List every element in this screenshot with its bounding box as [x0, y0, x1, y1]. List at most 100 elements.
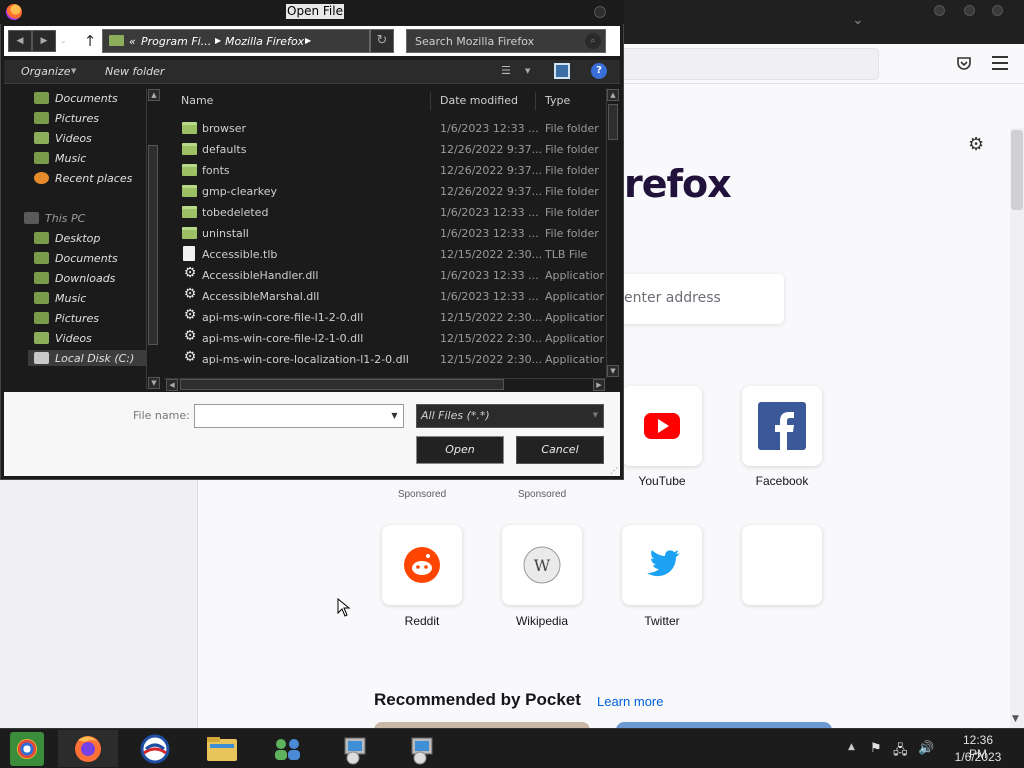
scroll-up-arrow-icon[interactable]: ▲ [148, 89, 160, 101]
nav-item-recent-places[interactable]: Recent places [34, 170, 132, 186]
scroll-right-arrow-icon[interactable]: ▶ [593, 379, 605, 391]
breadcrumb[interactable]: « Program Fi... ▶ Mozilla Firefox ▶ [102, 29, 370, 53]
column-header-name[interactable]: Name [181, 94, 213, 107]
taskbar-installer[interactable] [325, 730, 385, 767]
file-row[interactable]: Accessible.tlb 12/15/2022 2:30... TLB File [178, 244, 604, 265]
file-row[interactable]: browser 1/6/2023 12:33 ... File folder [178, 118, 604, 139]
shortcut-tile-facebook[interactable] [742, 386, 822, 466]
file-row[interactable]: defaults 12/26/2022 9:37... File folder [178, 139, 604, 160]
file-row[interactable]: uninstall 1/6/2023 12:33 ... File folder [178, 223, 604, 244]
maximize-window-button[interactable] [964, 5, 975, 16]
breadcrumb-separator-icon[interactable]: ▶ [305, 36, 311, 45]
gear-icon[interactable]: ⚙ [968, 134, 984, 155]
nav-item-documents[interactable]: Documents [34, 90, 118, 106]
chevron-down-icon[interactable]: ▼ [71, 67, 76, 75]
hamburger-menu-icon[interactable] [992, 56, 1008, 72]
file-row[interactable]: ⚙ api-ms-win-core-localization-l1-2-0.dll… [178, 349, 604, 370]
nav-item-this-pc[interactable]: This PC [24, 210, 85, 226]
file-row[interactable]: gmp-clearkey 12/26/2022 9:37... File folde… [178, 181, 604, 202]
preview-pane-icon[interactable] [554, 63, 570, 79]
chevron-down-icon[interactable]: ▼ [525, 67, 530, 75]
breadcrumb-program-files[interactable]: Program Fi... [141, 35, 211, 48]
shortcut-tile-reddit[interactable] [382, 525, 462, 605]
close-window-button[interactable] [992, 5, 1003, 16]
nav-item-pictures[interactable]: Pictures [34, 110, 99, 126]
file-type-select[interactable]: All Files (*.*) ▼ [416, 404, 604, 428]
resize-grip-icon[interactable]: ⋰ [610, 466, 618, 475]
minimize-window-button[interactable] [934, 5, 945, 16]
new-folder-button[interactable]: New folder [105, 65, 164, 78]
file-list-scrollbar-thumb[interactable] [608, 104, 618, 140]
open-button[interactable]: Open [416, 436, 504, 464]
folder-search-input[interactable]: Search Mozilla Firefox ⌕ [406, 29, 606, 53]
scroll-down-arrow-icon[interactable]: ▼ [607, 365, 619, 377]
taskbar-file-explorer[interactable] [192, 730, 252, 767]
navigation-pane-scrollbar-thumb[interactable] [148, 145, 158, 345]
taskbar-installer[interactable] [392, 730, 452, 767]
nav-item-desktop[interactable]: Desktop [34, 230, 100, 246]
column-header-type[interactable]: Type [545, 94, 570, 107]
file-type: Application [545, 290, 604, 303]
refresh-icon[interactable]: ↻ [370, 29, 394, 53]
flag-icon[interactable]: ⚑ [870, 741, 882, 756]
nav-item-downloads[interactable]: Downloads [34, 270, 115, 286]
taskbar-network-app[interactable] [258, 730, 318, 767]
nav-item-pictures[interactable]: Pictures [34, 310, 99, 326]
page-scrollbar-thumb[interactable] [1011, 130, 1023, 210]
show-hidden-icons-chevron-icon[interactable]: ▲ [848, 742, 855, 752]
url-bar[interactable] [620, 48, 879, 80]
file-row[interactable]: fonts 12/26/2022 9:37... File folder [178, 160, 604, 181]
file-name-input[interactable] [194, 404, 404, 428]
taskbar-app[interactable] [125, 730, 185, 767]
file-row[interactable]: tobedeleted 1/6/2023 12:33 ... File folder [178, 202, 604, 223]
clock-date[interactable]: 1/6/2023 [950, 750, 1006, 764]
file-row[interactable]: ⚙ api-ms-win-core-file-l2-1-0.dll 12/15/20… [178, 328, 604, 349]
column-header-date-modified[interactable]: Date modified [440, 94, 518, 107]
scroll-down-arrow-icon[interactable]: ▼ [148, 377, 160, 389]
cancel-button[interactable]: Cancel [516, 436, 604, 464]
file-type: File folder [545, 143, 599, 156]
gear-file-icon: ⚙ [183, 265, 197, 281]
back-arrow-icon[interactable]: ◀ [8, 30, 32, 52]
navigation-pane: Documents Pictures Videos Music Recent p… [4, 86, 162, 392]
nav-item-music[interactable]: Music [34, 290, 86, 306]
nav-item-documents[interactable]: Documents [34, 250, 118, 266]
taskbar-firefox[interactable] [58, 730, 118, 767]
nav-item-videos[interactable]: Videos [34, 130, 92, 146]
search-icon[interactable]: ⌕ [585, 33, 601, 49]
nav-item-music[interactable]: Music [34, 150, 86, 166]
scroll-up-arrow-icon[interactable]: ▲ [607, 89, 619, 101]
list-all-tabs-icon[interactable]: ⌄ [852, 12, 864, 28]
breadcrumb-separator-icon[interactable]: ▶ [215, 36, 221, 45]
reddit-icon [404, 547, 440, 583]
column-separator[interactable] [430, 92, 431, 110]
column-separator[interactable] [535, 92, 536, 110]
dialog-close-button[interactable] [594, 6, 606, 18]
nav-item-videos[interactable]: Videos [34, 330, 92, 346]
file-name: defaults [202, 143, 247, 156]
file-row[interactable]: ⚙ AccessibleHandler.dll 1/6/2023 12:33 ...… [178, 265, 604, 286]
volume-icon[interactable]: 🔊 [918, 741, 934, 756]
scroll-down-arrow-icon[interactable]: ▼ [1012, 714, 1019, 724]
breadcrumb-mozilla-firefox[interactable]: Mozilla Firefox [225, 35, 304, 48]
pocket-icon[interactable] [955, 55, 973, 73]
scroll-left-arrow-icon[interactable]: ◀ [166, 379, 178, 391]
help-icon[interactable]: ? [591, 63, 607, 79]
shortcut-tile-youtube[interactable] [622, 386, 702, 466]
page-scrollbar[interactable] [1010, 128, 1024, 728]
forward-arrow-icon[interactable]: ▶ [32, 30, 56, 52]
file-row[interactable]: ⚙ AccessibleMarshal.dll 1/6/2023 12:33 ...… [178, 286, 604, 307]
file-list-horizontal-scrollbar-thumb[interactable] [180, 379, 504, 390]
organize-button[interactable]: Organize [21, 65, 70, 78]
pocket-learn-more-link[interactable]: Learn more [597, 694, 663, 709]
recent-locations-chevron-icon[interactable]: ⌄ [60, 36, 67, 45]
chevron-down-icon[interactable]: ▼ [386, 405, 403, 427]
network-icon[interactable]: 🖧 [893, 741, 908, 763]
file-row[interactable]: ⚙ api-ms-win-core-file-l1-2-0.dll 12/15/20… [178, 307, 604, 328]
change-view-icon[interactable]: ☰ [501, 65, 515, 77]
shortcut-tile-wikipedia[interactable]: W [502, 525, 582, 605]
shortcut-tile-twitter[interactable] [622, 525, 702, 605]
shortcut-tile-empty[interactable] [742, 525, 822, 605]
up-arrow-icon[interactable]: ↑ [82, 30, 98, 52]
nav-item-local-disk[interactable]: Local Disk (C:) [28, 350, 146, 366]
